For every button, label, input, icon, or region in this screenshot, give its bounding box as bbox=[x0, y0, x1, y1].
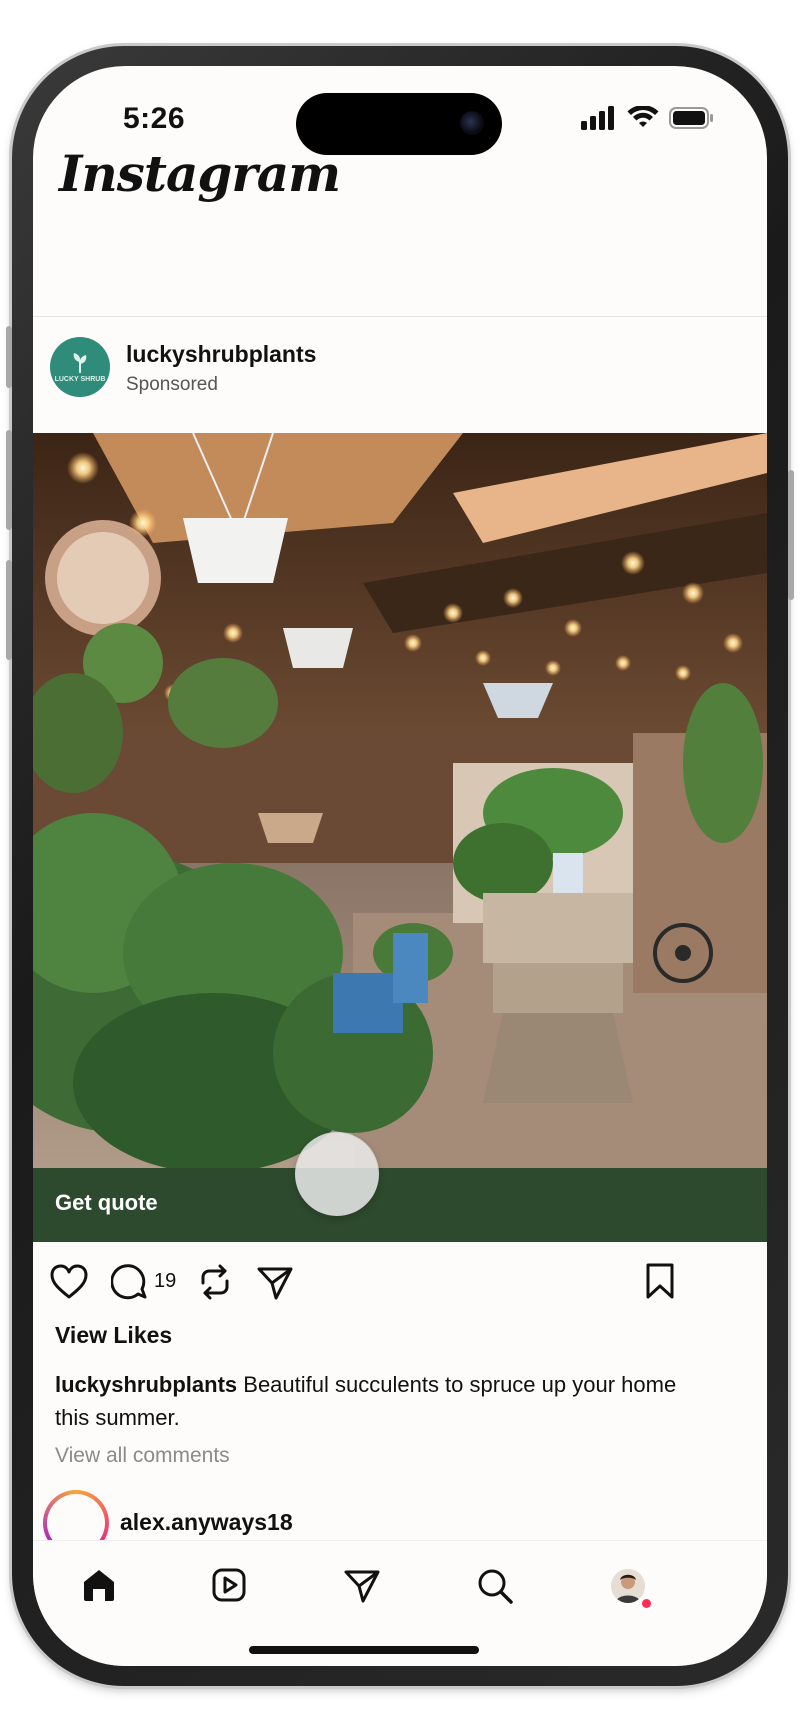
bookmark-icon[interactable] bbox=[645, 1262, 675, 1300]
plant-logo-icon bbox=[73, 352, 87, 373]
next-post-username[interactable]: alex.anyways18 bbox=[120, 1509, 293, 1536]
phone-screen: 5:26 Instagram LUCKY SHRUB luckyshrubpla… bbox=[33, 66, 767, 1666]
search-icon[interactable] bbox=[476, 1567, 514, 1605]
avatar-brand-text: LUCKY SHRUB bbox=[54, 375, 106, 383]
post-header: LUCKY SHRUB luckyshrubplants Sponsored bbox=[33, 317, 767, 429]
view-all-comments-link[interactable]: View all comments bbox=[55, 1444, 230, 1468]
home-icon[interactable] bbox=[81, 1567, 117, 1603]
comment-count: 19 bbox=[154, 1270, 177, 1292]
status-time: 5:26 bbox=[123, 102, 186, 135]
battery-icon bbox=[669, 107, 713, 129]
action-button bbox=[6, 326, 12, 388]
post-username[interactable]: luckyshrubplants bbox=[126, 341, 316, 368]
get-quote-label: Get quote bbox=[55, 1190, 158, 1215]
caption-username[interactable]: luckyshrubplants bbox=[55, 1372, 237, 1397]
plant-shop-photo bbox=[33, 433, 767, 1168]
wifi-icon bbox=[627, 106, 659, 127]
send-icon[interactable] bbox=[343, 1567, 381, 1605]
sponsored-label: Sponsored bbox=[126, 374, 218, 395]
post-caption: luckyshrubplants Beautiful succulents to… bbox=[55, 1368, 715, 1434]
profile-photo bbox=[611, 1569, 645, 1603]
volume-down-button bbox=[6, 560, 12, 660]
post-actions: 19 bbox=[33, 1254, 767, 1314]
touch-indicator bbox=[295, 1132, 379, 1216]
notification-dot bbox=[642, 1599, 651, 1608]
get-quote-button[interactable]: Get quote bbox=[33, 1168, 767, 1242]
view-likes-link[interactable]: View Likes bbox=[55, 1322, 172, 1349]
post-image[interactable] bbox=[33, 433, 767, 1168]
share-icon[interactable] bbox=[256, 1264, 294, 1302]
home-indicator[interactable] bbox=[249, 1646, 479, 1654]
profile-tab-avatar[interactable] bbox=[611, 1569, 645, 1603]
power-button bbox=[788, 470, 794, 600]
comment-icon[interactable] bbox=[111, 1264, 149, 1302]
instagram-logo[interactable]: Instagram bbox=[59, 144, 341, 203]
repost-icon[interactable] bbox=[197, 1263, 233, 1301]
profile-avatar[interactable]: LUCKY SHRUB bbox=[50, 337, 110, 397]
volume-up-button bbox=[6, 430, 12, 530]
reels-icon[interactable] bbox=[211, 1567, 247, 1603]
signal-icon bbox=[581, 106, 614, 130]
heart-icon[interactable] bbox=[50, 1264, 88, 1300]
camera-icon bbox=[460, 111, 484, 135]
status-icons bbox=[581, 106, 715, 130]
